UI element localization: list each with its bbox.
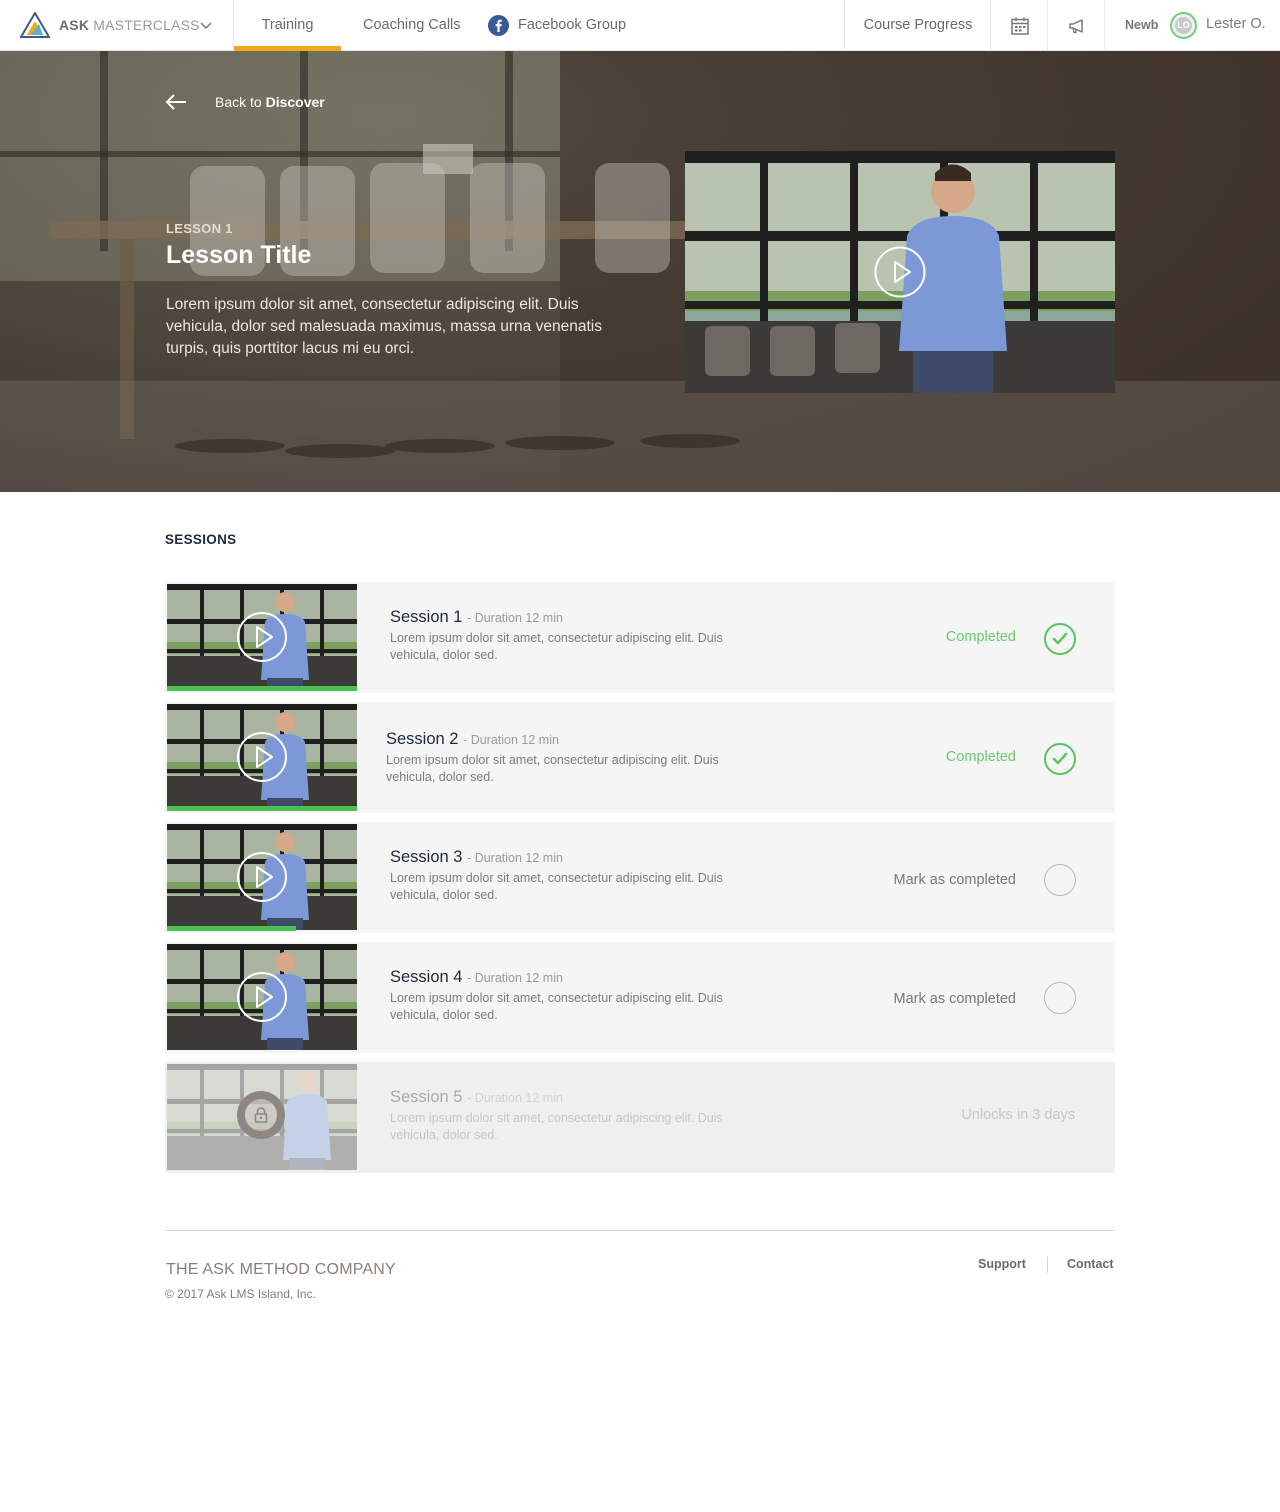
avatar-initials: LO: [1177, 20, 1190, 30]
ask-logo-icon: [20, 12, 50, 38]
avatar: LO: [1170, 12, 1197, 39]
session-title-text: Session 4: [390, 968, 463, 986]
checkmark-icon: [1052, 752, 1068, 765]
brand-name-light: MASTERCLASS: [93, 17, 200, 33]
lesson-hero: Back to Discover LESSON 1 Lesson Title L…: [0, 51, 1280, 492]
session-item-2[interactable]: Session 2 - Duration 12 min Lorem ipsum …: [165, 702, 1115, 813]
checkmark-icon: [1052, 632, 1068, 645]
session-progress-bar: [167, 686, 357, 691]
session-item-1[interactable]: Session 1 - Duration 12 min Lorem ipsum …: [165, 582, 1115, 693]
back-link-prefix: Back to: [215, 94, 262, 110]
mark-completed-toggle[interactable]: [1044, 982, 1076, 1014]
footer-divider: [165, 1230, 1115, 1231]
play-icon[interactable]: [873, 245, 927, 299]
session-status: Completed: [945, 749, 1016, 765]
session-duration: - Duration 12 min: [467, 851, 563, 865]
session-title: Session 4 - Duration 12 min: [390, 968, 563, 987]
top-navigation: ASK MASTERCLASS Training Coaching Calls …: [0, 0, 1280, 51]
session-description: Lorem ipsum dolor sit amet, consectetur …: [390, 631, 723, 662]
brand-switcher[interactable]: ASK MASTERCLASS: [0, 0, 234, 51]
session-description: Lorem ipsum dolor sit amet, consectetur …: [390, 991, 723, 1022]
user-rank-badge: Newb: [1125, 18, 1159, 32]
facebook-icon: [488, 15, 509, 36]
session-title-text: Session 2: [386, 730, 459, 748]
calendar-button[interactable]: [990, 0, 1048, 51]
tab-coaching-calls[interactable]: Coaching Calls: [363, 0, 461, 51]
completed-check-toggle[interactable]: [1044, 743, 1076, 775]
play-icon[interactable]: [236, 851, 288, 903]
session-duration: - Duration 12 min: [467, 1091, 563, 1105]
session-duration: - Duration 12 min: [467, 971, 563, 985]
session-title: Session 5 - Duration 12 min: [390, 1088, 563, 1107]
footer-link-contact[interactable]: Contact: [1067, 1257, 1114, 1271]
chevron-down-icon[interactable]: [199, 20, 213, 30]
page-title: Lesson Title: [166, 241, 312, 269]
back-link-text: Back to Discover: [215, 94, 325, 110]
lesson-video-player[interactable]: [685, 151, 1115, 393]
session-title: Session 2 - Duration 12 min: [386, 730, 559, 749]
brand-name: ASK MASTERCLASS: [59, 17, 200, 33]
session-duration: - Duration 12 min: [463, 733, 559, 747]
back-link-target: Discover: [265, 94, 325, 110]
lesson-description: Lorem ipsum dolor sit amet, consectetur …: [166, 296, 602, 357]
brand-name-bold: ASK: [59, 17, 90, 33]
session-status: Completed: [945, 629, 1016, 645]
course-progress-button[interactable]: Course Progress: [844, 0, 991, 51]
session-title-text: Session 5: [390, 1088, 463, 1106]
announcements-button[interactable]: [1047, 0, 1105, 51]
play-icon[interactable]: [236, 971, 288, 1023]
lesson-number: LESSON 1: [166, 221, 233, 236]
course-progress-label: Course Progress: [863, 17, 973, 33]
session-description: Lorem ipsum dolor sit amet, consectetur …: [390, 871, 723, 902]
session-video-thumbnail[interactable]: [167, 704, 357, 810]
arrow-left-icon: [165, 94, 186, 110]
mark-completed-toggle[interactable]: [1044, 864, 1076, 896]
session-description: Lorem ipsum dolor sit amet, consectetur …: [390, 1111, 723, 1142]
session-video-thumbnail[interactable]: [167, 944, 357, 1050]
session-title: Session 3 - Duration 12 min: [390, 848, 563, 867]
footer-company-name: THE ASK METHOD COMPANY: [166, 1261, 396, 1278]
play-icon[interactable]: [236, 611, 288, 663]
session-title-text: Session 3: [390, 848, 463, 866]
session-title-text: Session 1: [390, 608, 463, 626]
footer-link-support[interactable]: Support: [978, 1257, 1026, 1271]
tab-training[interactable]: Training: [234, 0, 341, 51]
user-menu[interactable]: Newb LO Lester O.: [1104, 0, 1280, 51]
tab-facebook-group[interactable]: Facebook Group: [488, 0, 626, 51]
footer-copyright: © 2017 Ask LMS Island, Inc.: [165, 1287, 316, 1301]
mark-as-completed-label[interactable]: Mark as completed: [894, 872, 1017, 888]
completed-check-toggle[interactable]: [1044, 623, 1076, 655]
session-item-5: Session 5 - Duration 12 min Lorem ipsum …: [165, 1062, 1115, 1173]
session-video-thumbnail[interactable]: [167, 824, 357, 930]
calendar-icon: [1011, 17, 1029, 35]
lock-icon: [237, 1091, 285, 1139]
session-item-4[interactable]: Session 4 - Duration 12 min Lorem ipsum …: [165, 942, 1115, 1053]
megaphone-icon: [1069, 19, 1083, 34]
session-video-thumbnail[interactable]: [167, 584, 357, 690]
unlock-countdown: Unlocks in 3 days: [961, 1107, 1075, 1123]
play-icon[interactable]: [236, 731, 288, 783]
session-progress-bar: [167, 806, 357, 811]
session-title: Session 1 - Duration 12 min: [390, 608, 563, 627]
session-duration: - Duration 12 min: [467, 611, 563, 625]
mark-as-completed-label[interactable]: Mark as completed: [894, 991, 1017, 1007]
sessions-heading: SESSIONS: [165, 532, 237, 547]
session-description: Lorem ipsum dolor sit amet, consectetur …: [386, 753, 719, 784]
tab-coaching-label: Coaching Calls: [363, 17, 461, 33]
user-name: Lester O.: [1206, 16, 1266, 32]
tab-training-label: Training: [261, 17, 314, 33]
session-item-3[interactable]: Session 3 - Duration 12 min Lorem ipsum …: [165, 822, 1115, 933]
footer-link-divider: [1047, 1257, 1048, 1273]
session-progress-bar: [167, 926, 296, 931]
